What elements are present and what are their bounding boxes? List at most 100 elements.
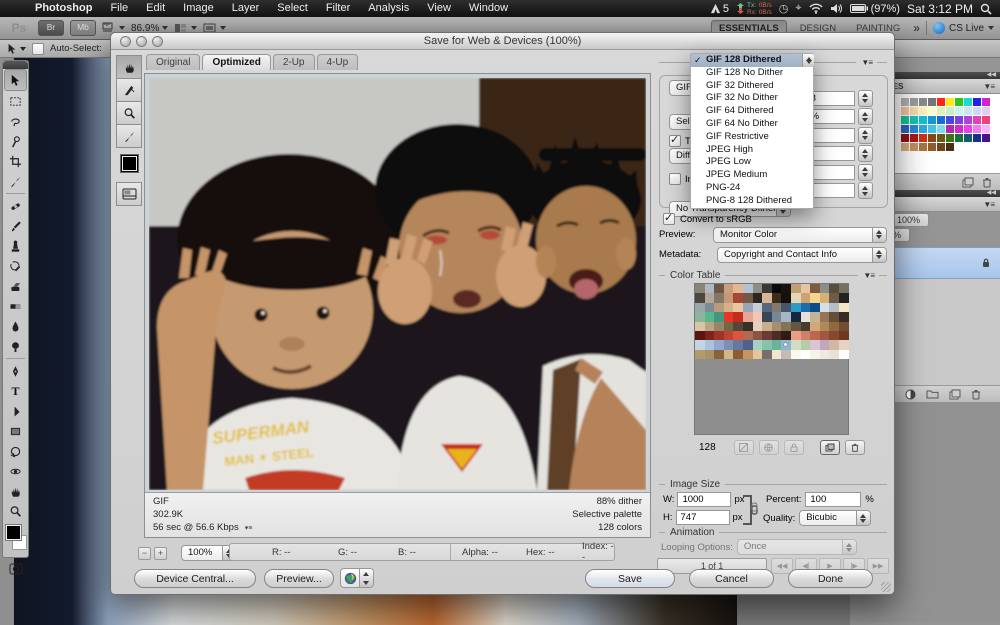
layer-group-icon[interactable]: [926, 389, 939, 399]
download-speed-menu-icon[interactable]: ▾≡: [245, 524, 253, 532]
color-swatch[interactable]: [910, 125, 918, 133]
blur-tool[interactable]: [5, 316, 26, 336]
color-table-swatch[interactable]: [743, 340, 753, 349]
preset-menu-item[interactable]: JPEG High: [691, 144, 813, 157]
color-swatch[interactable]: [982, 116, 990, 124]
color-swatch[interactable]: [946, 107, 954, 115]
color-table-swatch[interactable]: [829, 284, 839, 293]
preview-in-browser-button[interactable]: Preview...: [264, 569, 334, 588]
color-table-swatch[interactable]: [829, 350, 839, 359]
color-swatch[interactable]: [946, 143, 954, 151]
color-swatch[interactable]: [901, 98, 909, 106]
color-table-swatch[interactable]: [705, 350, 715, 359]
color-table-swatch[interactable]: [781, 303, 791, 312]
zoom-tool[interactable]: [116, 101, 142, 124]
color-table-swatch[interactable]: [810, 303, 820, 312]
color-table-swatch[interactable]: [801, 284, 811, 293]
color-swatch[interactable]: [982, 98, 990, 106]
color-table-swatch[interactable]: [791, 322, 801, 331]
field-stepper[interactable]: [858, 145, 873, 162]
color-swatch[interactable]: [937, 98, 945, 106]
color-table-swatch[interactable]: [762, 350, 772, 359]
color-table-swatch[interactable]: [829, 340, 839, 349]
color-swatch[interactable]: [919, 116, 927, 124]
color-table-swatch[interactable]: [724, 284, 734, 293]
color-table-swatch[interactable]: [714, 331, 724, 340]
zoom-tool[interactable]: [5, 501, 26, 521]
panel-menu-icon[interactable]: ▼≡: [983, 200, 994, 209]
metadata-dropdown[interactable]: Copyright and Contact Info: [717, 247, 887, 263]
color-table-swatch[interactable]: [801, 331, 811, 340]
spotlight-icon[interactable]: [980, 3, 992, 15]
color-table-swatch[interactable]: [781, 340, 791, 349]
color-table-swatch[interactable]: [714, 303, 724, 312]
color-table-swatch[interactable]: [810, 312, 820, 321]
color-swatch[interactable]: [955, 125, 963, 133]
gradient-tool[interactable]: [5, 296, 26, 316]
color-table-swatch[interactable]: [724, 293, 734, 302]
color-table-swatch[interactable]: [733, 340, 743, 349]
color-swatch[interactable]: [964, 107, 972, 115]
eyedropper-tool[interactable]: [116, 124, 142, 148]
color-table-swatch[interactable]: [714, 284, 724, 293]
battery-indicator[interactable]: (97%): [850, 3, 900, 15]
mini-bridge-button[interactable]: Mb: [70, 20, 96, 36]
location-icon[interactable]: ⌖: [795, 2, 801, 15]
color-table-swatch[interactable]: [724, 331, 734, 340]
color-table-swatch[interactable]: [839, 303, 849, 312]
move-tool[interactable]: [4, 69, 27, 91]
color-table-swatch[interactable]: [695, 312, 705, 321]
color-swatch[interactable]: [919, 107, 927, 115]
color-table-swatch[interactable]: [791, 331, 801, 340]
preset-menu-item[interactable]: PNG-24: [691, 182, 813, 195]
color-swatch[interactable]: [928, 98, 936, 106]
color-table-swatch[interactable]: [781, 331, 791, 340]
color-table-swatch[interactable]: [705, 284, 715, 293]
color-table-swatch[interactable]: [781, 284, 791, 293]
color-table-swatch[interactable]: [695, 331, 705, 340]
color-table-swatch[interactable]: [781, 312, 791, 321]
preview-photo[interactable]: SUPERMAN MAN ✶ STEEL: [149, 78, 646, 490]
delete-layer-icon[interactable]: [971, 389, 981, 400]
color-table-swatch[interactable]: [791, 312, 801, 321]
color-table-swatch[interactable]: [829, 331, 839, 340]
color-table-swatch[interactable]: [791, 350, 801, 359]
color-swatch[interactable]: [955, 107, 963, 115]
color-swatch[interactable]: [937, 143, 945, 151]
color-swatch[interactable]: [937, 134, 945, 142]
color-table-swatch[interactable]: [695, 350, 705, 359]
eyedropper-tool[interactable]: [5, 171, 26, 191]
volume-icon[interactable]: [830, 3, 843, 14]
menu-item[interactable]: Layer: [223, 0, 269, 17]
zoom-out-button[interactable]: −: [138, 547, 151, 560]
color-swatch[interactable]: [946, 116, 954, 124]
color-table-swatch[interactable]: [762, 284, 772, 293]
minimize-button[interactable]: [136, 36, 147, 47]
color-swatch[interactable]: [910, 107, 918, 115]
menu-item[interactable]: Analysis: [359, 0, 418, 17]
color-table-swatch[interactable]: [724, 340, 734, 349]
preset-popup-stepper[interactable]: [802, 54, 814, 67]
path-selection-tool[interactable]: [5, 401, 26, 421]
clone-stamp-tool[interactable]: [5, 236, 26, 256]
preset-menu-item[interactable]: PNG-8 128 Dithered: [691, 195, 813, 208]
color-swatch[interactable]: [901, 107, 909, 115]
color-table-swatch[interactable]: [743, 293, 753, 302]
crop-tool[interactable]: [5, 151, 26, 171]
color-table-swatch[interactable]: [781, 322, 791, 331]
color-table-swatch[interactable]: [839, 331, 849, 340]
preset-menu-item[interactable]: ✓ GIF 128 Dithered: [691, 54, 813, 67]
opacity-value[interactable]: 100%: [892, 213, 929, 227]
color-table-swatch[interactable]: [743, 303, 753, 312]
color-table-swatch[interactable]: [772, 303, 782, 312]
resize-grip[interactable]: [881, 582, 891, 592]
color-table-swatch[interactable]: [762, 322, 772, 331]
device-central-button[interactable]: Device Central...: [134, 569, 256, 588]
menu-item[interactable]: Select: [268, 0, 317, 17]
color-swatch[interactable]: [910, 134, 918, 142]
color-swatch[interactable]: [946, 134, 954, 142]
color-swatch[interactable]: [910, 98, 918, 106]
field-stepper[interactable]: [858, 90, 873, 107]
color-swatch[interactable]: [955, 116, 963, 124]
color-table-swatch[interactable]: [733, 350, 743, 359]
